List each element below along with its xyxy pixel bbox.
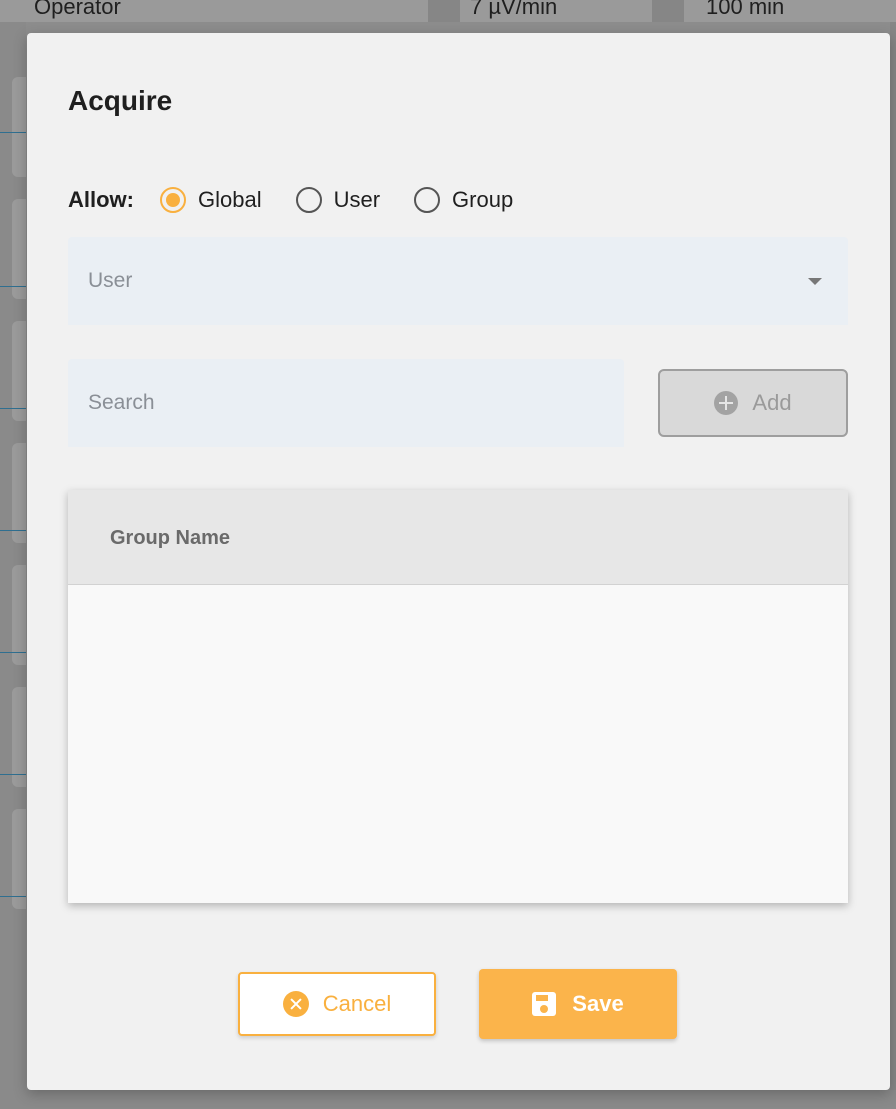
- background-scroll-edge: [890, 22, 896, 1109]
- background-table-header: Operator 7 µV/min 100 min: [0, 0, 896, 22]
- user-select-label: User: [88, 269, 133, 292]
- background-row: [12, 77, 26, 177]
- dialog-title: Acquire: [68, 85, 173, 116]
- chevron-down-icon[interactable]: [808, 278, 822, 285]
- background-row: [12, 321, 26, 421]
- plus-circle-icon: [714, 391, 739, 415]
- radio-user-icon[interactable]: [295, 187, 322, 213]
- add-button[interactable]: Add: [658, 369, 848, 437]
- radio-option-user[interactable]: User: [295, 187, 380, 213]
- background-column-operator: Operator: [34, 0, 121, 19]
- background-row-divider: [0, 286, 26, 287]
- background-row-divider: [0, 132, 26, 133]
- background-row-divider: [0, 530, 26, 531]
- allow-radio-group: Allow: Global User Group: [68, 183, 547, 217]
- background-row-divider: [0, 652, 26, 653]
- radio-global-label[interactable]: Global: [198, 187, 262, 213]
- background-row: [12, 443, 26, 543]
- background-row-strip: [0, 22, 26, 1109]
- group-table: Group Name: [68, 490, 848, 903]
- radio-user-label[interactable]: User: [334, 187, 380, 213]
- user-select[interactable]: User: [68, 237, 848, 325]
- background-row: [12, 565, 26, 665]
- background-row-divider: [0, 408, 26, 409]
- save-button[interactable]: Save: [479, 969, 677, 1039]
- radio-global-icon[interactable]: [160, 187, 186, 213]
- allow-label: Allow:: [68, 187, 134, 212]
- radio-group-label[interactable]: Group: [452, 187, 513, 213]
- background-column-rate: 7 µV/min: [470, 0, 558, 19]
- radio-option-group[interactable]: Group: [414, 187, 513, 213]
- background-row-divider: [0, 896, 26, 897]
- acquire-dialog: Acquire Allow: Global User Group User Ad…: [27, 33, 890, 1090]
- background-row: [12, 809, 26, 909]
- background-column-separator: [428, 0, 460, 22]
- radio-group-icon[interactable]: [414, 187, 441, 213]
- table-header: Group Name: [68, 490, 848, 585]
- background-footer: [0, 1090, 896, 1109]
- cancel-button-label: Cancel: [322, 991, 392, 1016]
- close-circle-icon: [282, 991, 309, 1017]
- column-header-group-name[interactable]: Group Name: [110, 527, 230, 550]
- background-row-divider: [0, 774, 26, 775]
- background-column-separator: [652, 0, 684, 22]
- background-column-duration: 100 min: [706, 0, 785, 19]
- radio-option-global[interactable]: Global: [160, 187, 262, 213]
- background-row: [12, 687, 26, 787]
- add-button-label: Add: [752, 390, 792, 415]
- background-row: [12, 199, 26, 299]
- floppy-disk-icon: [532, 992, 557, 1016]
- search-input[interactable]: [68, 359, 624, 447]
- cancel-button[interactable]: Cancel: [238, 972, 436, 1036]
- save-button-label: Save: [572, 991, 624, 1016]
